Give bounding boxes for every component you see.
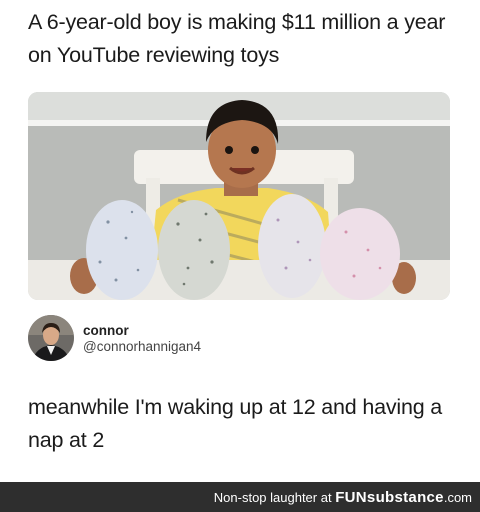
- footer-brand-suffix: .com: [443, 490, 472, 505]
- photo-boy-with-eggs: [28, 92, 450, 300]
- footer-brand: FUNsubstance: [335, 489, 444, 506]
- tweet-body-text: meanwhile I'm waking up at 12 and having…: [28, 395, 443, 452]
- author-name[interactable]: connor: [83, 323, 129, 338]
- post-photo: [28, 92, 450, 300]
- footer-credit[interactable]: Non-stop laughter at FUNsubstance.com: [214, 489, 472, 506]
- headline-text: A 6-year-old boy is making $11 million a…: [28, 10, 446, 67]
- footer-prefix: Non-stop laughter at: [213, 490, 332, 505]
- footer-bar: Non-stop laughter at FUNsubstance.com: [0, 482, 480, 512]
- avatar[interactable]: [28, 315, 74, 361]
- tweet-author[interactable]: connor @connorhannigan4: [28, 315, 468, 361]
- author-handle[interactable]: @connorhannigan4: [83, 339, 201, 354]
